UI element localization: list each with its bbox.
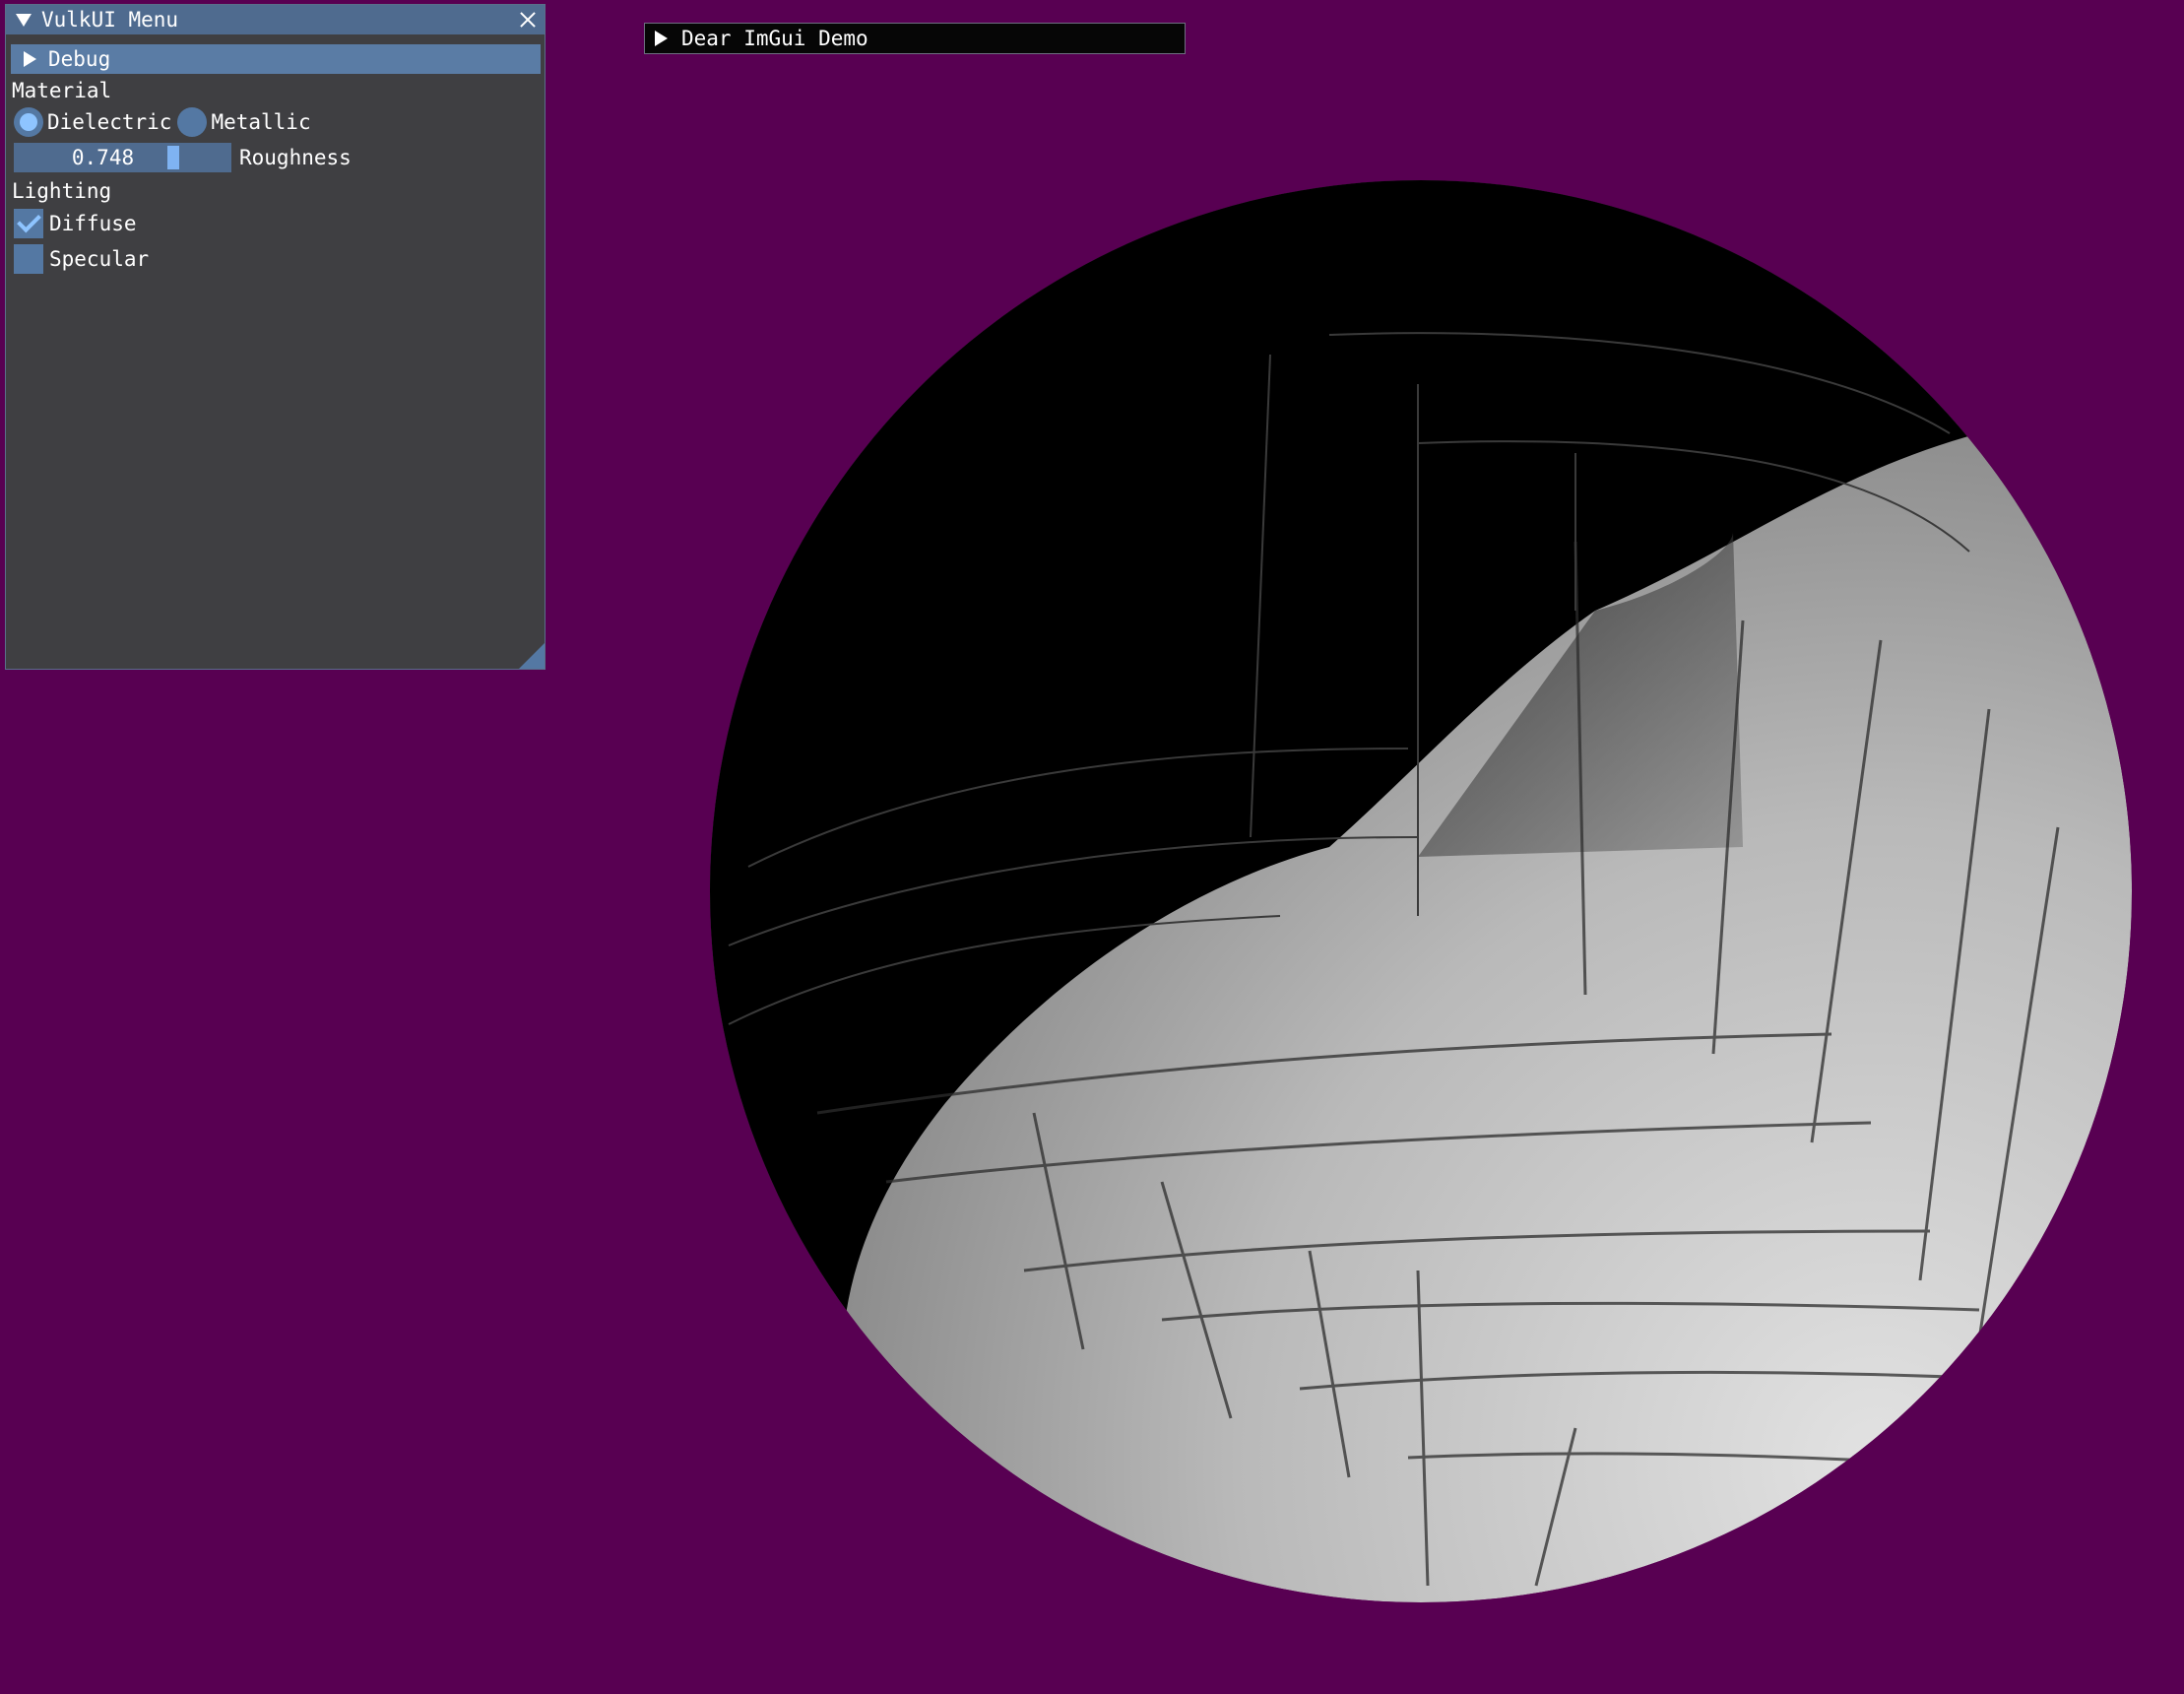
- close-icon[interactable]: [517, 9, 539, 31]
- diffuse-checkbox[interactable]: [14, 208, 43, 238]
- expand-arrow-icon: [24, 51, 36, 67]
- expand-arrow-icon[interactable]: [655, 31, 668, 46]
- vulkui-menu-window[interactable]: VulkUI Menu Debug Material Dielectric Me…: [5, 4, 546, 670]
- collapse-arrow-icon[interactable]: [16, 13, 32, 27]
- material-radio-group: Dielectric Metallic: [14, 105, 545, 139]
- resize-grip-icon[interactable]: [519, 643, 545, 669]
- roughness-value: 0.748: [71, 146, 135, 169]
- slider-grab-handle[interactable]: [167, 146, 180, 169]
- checkmark-icon: [16, 208, 41, 233]
- specular-row: Specular: [14, 241, 545, 277]
- specular-checkbox[interactable]: [14, 244, 43, 274]
- sphere-surface: [710, 180, 2132, 1602]
- radio-dielectric-label[interactable]: Dielectric: [47, 110, 171, 134]
- radio-metallic[interactable]: [177, 107, 208, 137]
- debug-collapsing-header[interactable]: Debug: [11, 44, 541, 74]
- radio-selected-indicator: [20, 113, 37, 131]
- radio-dielectric[interactable]: [14, 107, 43, 137]
- imgui-demo-window-collapsed[interactable]: Dear ImGui Demo: [644, 23, 1186, 54]
- window-title-bar[interactable]: VulkUI Menu: [6, 5, 545, 34]
- roughness-label: Roughness: [239, 146, 352, 169]
- diffuse-row: Diffuse: [14, 206, 545, 241]
- debug-header-label: Debug: [48, 47, 111, 71]
- diffuse-label[interactable]: Diffuse: [49, 212, 137, 235]
- lighting-label: Lighting: [12, 179, 112, 203]
- specular-label[interactable]: Specular: [49, 247, 149, 271]
- window-title: VulkUI Menu: [41, 8, 179, 32]
- window-content: Debug Material Dielectric Metallic 0.748…: [6, 44, 545, 277]
- roughness-slider[interactable]: 0.748: [14, 143, 231, 172]
- roughness-row: 0.748 Roughness: [14, 141, 545, 174]
- material-label: Material: [12, 79, 112, 102]
- radio-metallic-label[interactable]: Metallic: [211, 110, 310, 134]
- demo-window-title: Dear ImGui Demo: [681, 27, 868, 50]
